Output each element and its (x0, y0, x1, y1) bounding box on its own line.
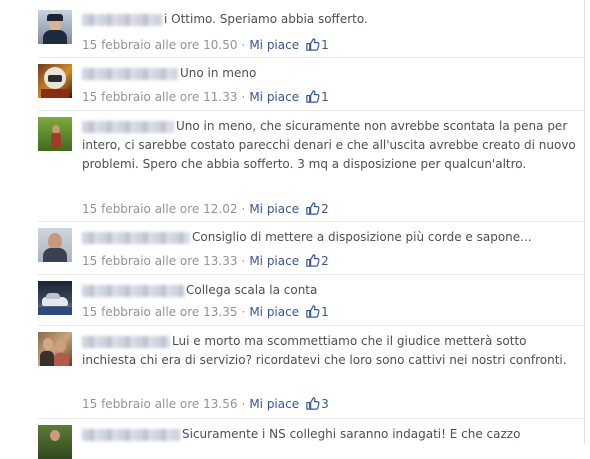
comment-body: Uno in meno (82, 64, 582, 83)
like-link[interactable]: Mi piace (249, 38, 299, 52)
like-link[interactable]: Mi piace (249, 202, 299, 216)
comment-body: Lui e morto ma scommettiamo che il giudi… (82, 332, 582, 370)
comment-body: Sicuramente i NS colleghi saranno indaga… (82, 425, 582, 444)
thumbs-up-icon[interactable] (305, 201, 320, 216)
comment-text: Uno in meno (180, 66, 257, 80)
comment-timestamp[interactable]: 15 febbraio alle ore 13.35 (82, 305, 237, 319)
comment-divider (38, 274, 584, 275)
comment-timestamp[interactable]: 15 febbraio alle ore 13.33 (82, 254, 237, 268)
comment-body: i Ottimo. Speriamo abbia sofferto. (82, 10, 582, 29)
blurred-author-name[interactable] (82, 335, 170, 348)
thumbs-up-icon[interactable] (305, 396, 320, 411)
comment-meta: 15 febbraio alle ore 13.56 · Mi piace 3 (82, 396, 329, 412)
like-count[interactable]: 2 (321, 202, 329, 216)
comment-body: Consiglio di mettere a disposizione più … (82, 228, 582, 247)
car-avatar[interactable] (38, 281, 72, 315)
meta-separator: · (241, 254, 246, 268)
meta-separator: · (241, 305, 246, 319)
garden-person-avatar[interactable] (38, 117, 72, 151)
like-link[interactable]: Mi piace (249, 254, 299, 268)
thumbs-up-icon[interactable] (305, 89, 320, 104)
meta-separator: · (241, 397, 246, 411)
like-count[interactable]: 1 (321, 90, 329, 104)
thumbs-up-icon[interactable] (305, 304, 320, 319)
blurred-author-name[interactable] (82, 67, 178, 80)
comment-meta: 15 febbraio alle ore 12.02 · Mi piace 2 (82, 201, 329, 217)
comment-text: i Ottimo. Speriamo abbia sofferto. (164, 12, 368, 26)
like-count[interactable]: 1 (321, 38, 329, 52)
helmet-avatar[interactable] (38, 64, 72, 98)
comment-body: Uno in meno, che sicuramente non avrebbe… (82, 117, 582, 174)
like-link[interactable]: Mi piace (249, 397, 299, 411)
comment-divider (38, 221, 584, 222)
comment-divider (38, 57, 584, 58)
like-count[interactable]: 2 (321, 254, 329, 268)
thumbs-up-icon[interactable] (305, 37, 320, 52)
outdoor-person-avatar[interactable] (38, 425, 72, 459)
meta-separator: · (241, 90, 246, 104)
comment-timestamp[interactable]: 15 febbraio alle ore 10.50 (82, 38, 237, 52)
like-count[interactable]: 1 (321, 305, 329, 319)
comment-meta: 15 febbraio alle ore 10.50 · Mi piace 1 (82, 37, 329, 53)
comment-meta: 15 febbraio alle ore 13.35 · Mi piace 1 (82, 304, 329, 320)
comment-timestamp[interactable]: 15 febbraio alle ore 12.02 (82, 202, 237, 216)
comment-text: Sicuramente i NS colleghi saranno indaga… (182, 427, 521, 441)
couple-avatar[interactable] (38, 332, 72, 366)
feed-right-border (584, 0, 585, 443)
comment-timestamp[interactable]: 15 febbraio alle ore 11.33 (82, 90, 237, 104)
blurred-author-name[interactable] (82, 231, 190, 244)
comment-meta: 15 febbraio alle ore 11.33 · Mi piace 1 (82, 89, 329, 105)
meta-separator: · (241, 202, 246, 216)
blurred-author-name[interactable] (82, 284, 184, 297)
blurred-author-name[interactable] (82, 120, 174, 133)
man-portrait-avatar[interactable] (38, 228, 72, 262)
meta-separator: · (241, 38, 246, 52)
like-link[interactable]: Mi piace (249, 305, 299, 319)
comment-divider (38, 418, 584, 419)
blurred-author-name[interactable] (82, 428, 180, 441)
like-count[interactable]: 3 (321, 397, 329, 411)
comment-text: Consiglio di mettere a disposizione più … (192, 230, 532, 244)
like-link[interactable]: Mi piace (249, 90, 299, 104)
comment-text: Collega scala la conta (186, 283, 318, 297)
thumbs-up-icon[interactable] (305, 253, 320, 268)
comment-divider (38, 325, 584, 326)
comment-divider (38, 110, 584, 111)
comment-meta: 15 febbraio alle ore 13.33 · Mi piace 2 (82, 253, 329, 269)
comment-body: Collega scala la conta (82, 281, 582, 300)
blurred-author-name[interactable] (82, 13, 162, 26)
comment-timestamp[interactable]: 15 febbraio alle ore 13.56 (82, 397, 237, 411)
police-officer-avatar[interactable] (38, 10, 72, 44)
